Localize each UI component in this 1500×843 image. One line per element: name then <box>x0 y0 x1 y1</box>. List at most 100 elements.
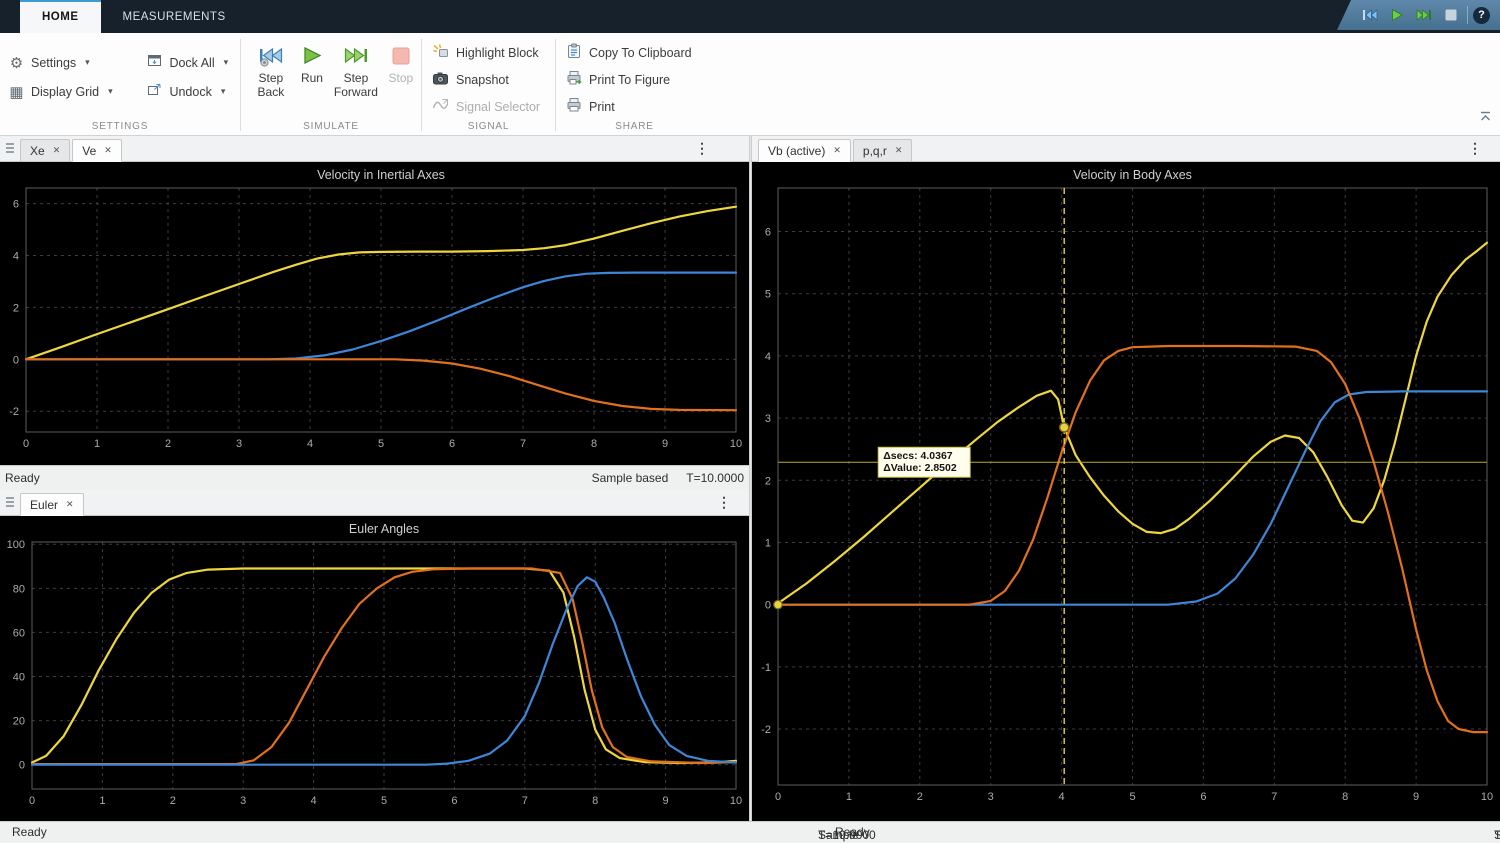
tab-xe[interactable]: Xe ✕ <box>20 139 70 162</box>
step-back-button[interactable] <box>1359 4 1381 26</box>
chart-velocity-body-axes[interactable]: 012345678910-2-10123456Velocity in Body … <box>752 162 1500 821</box>
svg-text:2: 2 <box>13 302 19 314</box>
snapshot-label: Snapshot <box>456 73 509 87</box>
run-icon <box>301 41 323 71</box>
svg-text:0: 0 <box>775 791 781 803</box>
svg-text:4: 4 <box>311 795 317 807</box>
ribbon: ⚙ Settings ▾ Dock All ▾ <box>0 33 1500 136</box>
svg-text:7: 7 <box>520 438 526 450</box>
svg-text:3: 3 <box>988 791 994 803</box>
clipboard-icon <box>566 43 582 62</box>
bottom-statusbar: Ready Sample based T=10.0000 Ready Sampl… <box>0 821 1500 843</box>
close-tab-icon[interactable]: ✕ <box>66 499 74 510</box>
kebab-menu-icon[interactable]: ⋮ <box>717 494 731 511</box>
stop-icon <box>391 41 411 71</box>
tab-label: Xe <box>30 144 45 158</box>
svg-text:6: 6 <box>765 227 771 239</box>
svg-text:5: 5 <box>765 289 771 301</box>
svg-text:3: 3 <box>240 795 246 807</box>
svg-text:20: 20 <box>13 716 25 728</box>
svg-text:0: 0 <box>19 760 25 772</box>
ribbon-group-signal: Highlight Block Snapshot <box>422 33 555 135</box>
close-tab-icon[interactable]: ✕ <box>53 145 61 156</box>
svg-text:1: 1 <box>846 791 852 803</box>
close-tab-icon[interactable]: ✕ <box>833 145 841 156</box>
drag-handle-icon[interactable] <box>6 497 14 509</box>
drag-handle-icon[interactable] <box>6 143 14 155</box>
highlight-block-button[interactable]: Highlight Block <box>432 39 555 66</box>
chart-velocity-inertial-axes[interactable]: 012345678910-20246Velocity in Inertial A… <box>0 162 749 465</box>
svg-text:Velocity in Body Axes: Velocity in Body Axes <box>1073 168 1192 182</box>
tab-vb-active[interactable]: Vb (active) ✕ <box>758 139 851 162</box>
svg-text:5: 5 <box>1129 791 1135 803</box>
run-label: Run <box>301 71 323 85</box>
chevron-down-icon[interactable]: ▾ <box>85 57 90 68</box>
help-button[interactable]: ? <box>1473 7 1490 24</box>
camera-icon <box>432 70 449 89</box>
svg-text:1: 1 <box>99 795 105 807</box>
chart-euler-angles[interactable]: 012345678910020406080100Euler Angles <box>0 516 749 821</box>
tab-home[interactable]: HOME <box>20 0 101 33</box>
svg-text:6: 6 <box>1200 791 1206 803</box>
svg-text:8: 8 <box>591 438 597 450</box>
chevron-down-icon[interactable]: ▾ <box>224 57 229 68</box>
svg-text:2: 2 <box>917 791 923 803</box>
svg-text:6: 6 <box>449 438 455 450</box>
svg-text:40: 40 <box>13 672 25 684</box>
dock-all-label: Dock All <box>169 56 214 70</box>
svg-text:6: 6 <box>451 795 457 807</box>
stop-label: Stop <box>388 71 413 85</box>
toolstrip-tabbar: HOME MEASUREMENTS <box>0 0 1500 33</box>
dock-all-button[interactable]: Dock All ▾ <box>146 49 240 76</box>
copy-to-clipboard-button[interactable]: Copy To Clipboard <box>566 39 713 66</box>
tab-measurements[interactable]: MEASUREMENTS <box>101 0 248 33</box>
grid-icon: ▦ <box>8 83 25 101</box>
tab-ve[interactable]: Ve ✕ <box>72 139 122 162</box>
step-back-label: Step Back <box>249 71 293 99</box>
svg-text:7: 7 <box>1271 791 1277 803</box>
svg-text:0: 0 <box>23 438 29 450</box>
svg-text:60: 60 <box>13 627 25 639</box>
svg-text:Velocity in Inertial Axes: Velocity in Inertial Axes <box>317 168 445 182</box>
step-back-icon <box>1362 8 1378 22</box>
svg-text:0: 0 <box>13 354 19 366</box>
snapshot-button[interactable]: Snapshot <box>432 66 555 93</box>
print-to-figure-button[interactable]: Print To Figure <box>566 66 713 93</box>
chevron-down-icon[interactable]: ▾ <box>221 86 226 97</box>
kebab-menu-icon[interactable]: ⋮ <box>695 140 709 157</box>
run-button[interactable] <box>1386 4 1408 26</box>
svg-text:10: 10 <box>1481 791 1493 803</box>
step-forward-label: Step Forward <box>331 71 380 99</box>
svg-text:3: 3 <box>765 413 771 425</box>
play-icon <box>1390 8 1404 22</box>
signal-selector-label: Signal Selector <box>456 100 540 114</box>
document-tabbar-right: Vb (active) ✕ p,q,r ✕ ⋮ <box>752 136 1500 162</box>
stop-icon <box>1445 9 1457 21</box>
svg-text:10: 10 <box>730 438 742 450</box>
collapse-ribbon-icon <box>1479 111 1492 122</box>
group-label-simulate: SIMULATE <box>241 121 421 132</box>
svg-text:6: 6 <box>13 199 19 211</box>
undock-button[interactable]: Undock ▾ <box>146 78 240 105</box>
svg-text:2: 2 <box>165 438 171 450</box>
signal-selector-button[interactable]: Signal Selector <box>432 93 555 120</box>
print-button[interactable]: Print <box>566 93 713 120</box>
tab-euler[interactable]: Euler ✕ <box>20 493 84 516</box>
svg-text:9: 9 <box>1413 791 1419 803</box>
close-tab-icon[interactable]: ✕ <box>104 145 112 156</box>
tab-label: Vb (active) <box>768 144 825 158</box>
close-tab-icon[interactable]: ✕ <box>895 145 903 156</box>
kebab-menu-icon[interactable]: ⋮ <box>1468 140 1482 157</box>
svg-text:ΔValue: 2.8502: ΔValue: 2.8502 <box>883 462 957 474</box>
tab-pqr[interactable]: p,q,r ✕ <box>853 139 913 162</box>
chevron-down-icon[interactable]: ▾ <box>108 86 113 97</box>
document-tabbar-bottom-left: Euler ✕ ⋮ <box>0 490 749 516</box>
settings-button[interactable]: ⚙ Settings ▾ <box>8 49 124 76</box>
collapse-ribbon-button[interactable] <box>1479 109 1492 127</box>
group-label-signal: SIGNAL <box>422 121 555 132</box>
step-forward-button[interactable] <box>1413 4 1435 26</box>
display-grid-button[interactable]: ▦ Display Grid ▾ <box>8 78 124 105</box>
svg-text:0: 0 <box>765 600 771 612</box>
status-ready: Ready <box>5 471 40 485</box>
stop-button[interactable] <box>1440 4 1462 26</box>
